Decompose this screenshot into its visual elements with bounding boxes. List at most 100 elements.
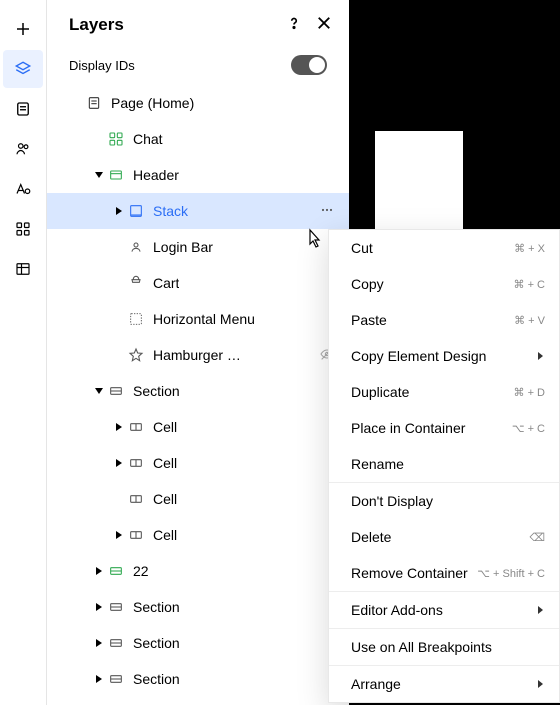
context-rename[interactable]: Rename: [329, 446, 559, 482]
context-shortcut: ⌥ + Shift + C: [477, 567, 545, 580]
context-place-in-container[interactable]: Place in Container ⌥ + C: [329, 410, 559, 446]
layers-panel: Layers Display IDs Page (Home): [47, 0, 349, 705]
tree-item-22[interactable]: 22: [47, 553, 349, 589]
tree-item-label: Stack: [145, 203, 188, 219]
spacer: [111, 275, 127, 291]
tree-item-label: Hamburger …: [145, 347, 241, 363]
spacer: [111, 347, 127, 363]
tree-item-section[interactable]: Section: [47, 589, 349, 625]
expand-arrow[interactable]: [91, 563, 107, 579]
tree-item-section[interactable]: Section: [47, 625, 349, 661]
context-cut[interactable]: Cut ⌘ + X: [329, 230, 559, 266]
context-arrange[interactable]: Arrange: [329, 666, 559, 702]
tree-item-cell[interactable]: Cell: [47, 517, 349, 553]
expand-arrow[interactable]: [91, 599, 107, 615]
help-icon[interactable]: [285, 14, 303, 35]
tree-item-header[interactable]: Header: [47, 157, 349, 193]
section-icon: [107, 670, 125, 688]
expand-arrow[interactable]: [111, 419, 127, 435]
context-label: Copy Element Design: [351, 348, 486, 364]
context-duplicate[interactable]: Duplicate ⌘ + D: [329, 374, 559, 410]
section-icon: [107, 634, 125, 652]
context-shortcut: ⌘ + D: [514, 386, 545, 399]
tree-item-label: Cell: [145, 527, 177, 543]
cart-icon: [127, 274, 145, 292]
tree-item-label: Header: [125, 167, 179, 183]
layers-tree: Page (Home) Chat Header: [47, 85, 349, 705]
tree-item-label: Section: [125, 671, 180, 687]
context-use-on-all-breakpoints[interactable]: Use on All Breakpoints: [329, 629, 559, 665]
context-remove-container[interactable]: Remove Container ⌥ + Shift + C: [329, 555, 559, 591]
rail-layers[interactable]: [3, 50, 43, 88]
tree-item-cart[interactable]: Cart: [47, 265, 349, 301]
tree-item-horizontal-menu[interactable]: Horizontal Menu: [47, 301, 349, 337]
display-ids-row: Display IDs: [47, 51, 349, 85]
tree-item-cell[interactable]: Cell: [47, 481, 349, 517]
tree-item-cell[interactable]: Cell: [47, 445, 349, 481]
expand-arrow[interactable]: [91, 635, 107, 651]
rail-pages[interactable]: [3, 90, 43, 128]
tree-item-label: Cart: [145, 275, 179, 291]
expand-arrow[interactable]: [91, 383, 107, 399]
page-icon: [85, 94, 103, 112]
context-editor-addons[interactable]: Editor Add-ons: [329, 592, 559, 628]
tree-item-label: Section: [125, 599, 180, 615]
tree-item-label: Horizontal Menu: [145, 311, 255, 327]
tree-item-login-bar[interactable]: Login Bar: [47, 229, 349, 265]
rail-add[interactable]: [3, 10, 43, 48]
display-ids-toggle[interactable]: [291, 55, 327, 75]
tree-item-label: Cell: [145, 455, 177, 471]
expand-arrow[interactable]: [111, 455, 127, 471]
tree-item-page[interactable]: Page (Home): [47, 85, 349, 121]
panel-header: Layers: [47, 0, 349, 51]
expand-arrow[interactable]: [111, 203, 127, 219]
tree-item-section[interactable]: Section: [47, 373, 349, 409]
widget-icon: [107, 130, 125, 148]
rail-people[interactable]: [3, 130, 43, 168]
expand-arrow[interactable]: [111, 527, 127, 543]
spacer: [111, 239, 127, 255]
context-label: Place in Container: [351, 420, 465, 436]
context-dont-display[interactable]: Don't Display: [329, 483, 559, 519]
tree-item-section[interactable]: Section: [47, 661, 349, 697]
expand-arrow[interactable]: [91, 167, 107, 183]
chevron-right-icon: [535, 348, 545, 364]
tree-item-chat[interactable]: Chat: [47, 121, 349, 157]
context-shortcut: ⌘ + V: [514, 314, 545, 327]
context-paste[interactable]: Paste ⌘ + V: [329, 302, 559, 338]
context-delete[interactable]: Delete ⌫: [329, 519, 559, 555]
context-label: Delete: [351, 529, 391, 545]
rail-apps[interactable]: [3, 210, 43, 248]
section-icon: [107, 562, 125, 580]
display-ids-label: Display IDs: [69, 58, 135, 73]
context-copy-design[interactable]: Copy Element Design: [329, 338, 559, 374]
context-label: Copy: [351, 276, 384, 292]
context-label: Use on All Breakpoints: [351, 639, 492, 655]
context-label: Remove Container: [351, 565, 468, 581]
context-shortcut: ⌘ + X: [514, 242, 545, 255]
expand-arrow[interactable]: [91, 671, 107, 687]
section-icon: [107, 598, 125, 616]
more-icon[interactable]: [319, 202, 335, 221]
section-icon: [107, 166, 125, 184]
chevron-right-icon: [535, 676, 545, 692]
context-shortcut: ⌥ + C: [512, 422, 545, 435]
tree-item-label: Page (Home): [103, 95, 194, 111]
context-shortcut: ⌫: [529, 531, 545, 544]
context-shortcut: ⌘ + C: [514, 278, 545, 291]
user-icon: [127, 238, 145, 256]
star-icon: [127, 346, 145, 364]
context-menu: Cut ⌘ + X Copy ⌘ + C Paste ⌘ + V Copy El…: [328, 229, 560, 703]
context-copy[interactable]: Copy ⌘ + C: [329, 266, 559, 302]
context-label: Paste: [351, 312, 387, 328]
tree-item-stack[interactable]: Stack: [47, 193, 349, 229]
close-icon[interactable]: [315, 14, 333, 35]
tree-item-label: Chat: [125, 131, 163, 147]
spacer: [111, 491, 127, 507]
rail-typography[interactable]: [3, 170, 43, 208]
canvas-element[interactable]: [375, 131, 463, 229]
rail-data[interactable]: [3, 250, 43, 288]
context-label: Don't Display: [351, 493, 433, 509]
tree-item-hamburger[interactable]: Hamburger …: [47, 337, 349, 373]
tree-item-cell[interactable]: Cell: [47, 409, 349, 445]
